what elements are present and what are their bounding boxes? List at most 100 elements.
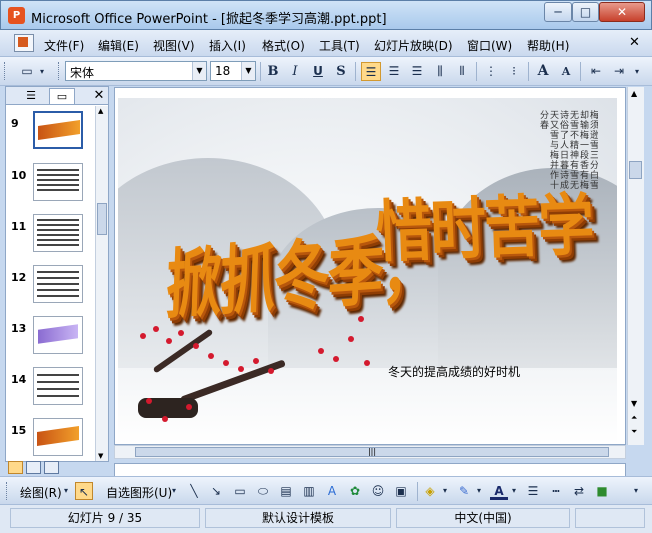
- chevron-down-icon[interactable]: ▼: [192, 62, 206, 80]
- normal-view-button[interactable]: [8, 461, 23, 474]
- slide-sorter-view-button[interactable]: [26, 461, 41, 474]
- scrollbar-thumb[interactable]: [629, 161, 642, 179]
- wordart-icon[interactable]: A: [323, 482, 341, 500]
- diagram-icon[interactable]: ✿: [346, 482, 364, 500]
- menu-format[interactable]: 格式(O): [262, 37, 305, 54]
- chevron-down-icon[interactable]: ▼: [241, 62, 255, 80]
- menu-edit[interactable]: 编辑(E): [98, 37, 139, 54]
- chevron-down-icon[interactable]: ▾: [509, 482, 519, 500]
- menu-help[interactable]: 帮助(H): [527, 37, 569, 54]
- font-name-select[interactable]: 宋体 ▼: [65, 61, 207, 81]
- chevron-down-icon[interactable]: ▾: [169, 482, 179, 500]
- slide-title-right[interactable]: 惜时苦学: [374, 171, 594, 276]
- menu-slideshow[interactable]: 幻灯片放映(D): [374, 37, 453, 54]
- close-button[interactable]: ✕: [599, 2, 645, 22]
- slide-subtitle[interactable]: 冬天的提高成绩的好时机: [388, 363, 520, 380]
- maximize-button[interactable]: □: [572, 2, 599, 22]
- align-left-button[interactable]: ☰: [361, 62, 381, 81]
- slide-thumbnail[interactable]: 12: [6, 265, 94, 311]
- oval-icon[interactable]: ⬭: [254, 482, 272, 500]
- rectangle-icon[interactable]: ▭: [231, 482, 249, 500]
- slide-preview[interactable]: [33, 111, 83, 149]
- slide-preview[interactable]: [33, 316, 83, 354]
- numbering-icon[interactable]: ⋮: [481, 62, 501, 81]
- align-center-button[interactable]: ☰: [384, 62, 404, 81]
- chevron-down-icon[interactable]: ▾: [61, 482, 71, 500]
- scrollbar-thumb[interactable]: [97, 203, 107, 235]
- slide-thumbnail[interactable]: 10: [6, 163, 94, 209]
- increase-indent-icon[interactable]: ⇥: [609, 62, 629, 81]
- bullets-icon[interactable]: ⁝: [504, 62, 524, 81]
- autoshapes-menu-button[interactable]: 自选图形(U): [106, 484, 172, 501]
- document-icon[interactable]: [14, 34, 34, 52]
- powerpoint-app-icon[interactable]: P: [8, 7, 25, 24]
- slide-thumbnail[interactable]: 15: [6, 418, 94, 461]
- scroll-down-icon[interactable]: ▼: [98, 452, 103, 460]
- font-size-select[interactable]: 18 ▼: [210, 61, 256, 81]
- toolbar-options-icon[interactable]: ▾: [630, 482, 642, 500]
- menu-tools[interactable]: 工具(T): [319, 37, 360, 54]
- document-close-icon[interactable]: ✕: [629, 35, 640, 50]
- align-right-button[interactable]: ☰: [407, 62, 427, 81]
- scrollbar-thumb[interactable]: |||: [135, 447, 609, 457]
- tab-slides[interactable]: ▭: [49, 88, 75, 104]
- minimize-button[interactable]: ─: [544, 2, 572, 22]
- fill-color-icon[interactable]: ◈: [421, 482, 439, 500]
- next-slide-icon[interactable]: ⏷: [631, 427, 637, 437]
- slide-thumbnail[interactable]: 11: [6, 214, 94, 260]
- clipart-icon[interactable]: ☺: [369, 482, 387, 500]
- menu-insert[interactable]: 插入(I): [209, 37, 246, 54]
- select-objects-icon[interactable]: ↖: [75, 482, 93, 500]
- shadow-style-icon[interactable]: ■: [593, 482, 611, 500]
- slide-thumbnail[interactable]: 9: [6, 111, 94, 157]
- scroll-up-icon[interactable]: ▲: [98, 107, 103, 115]
- chevron-down-icon[interactable]: ▾: [440, 482, 450, 500]
- slide-preview[interactable]: [33, 265, 83, 303]
- decrease-indent-icon[interactable]: ⇤: [586, 62, 606, 81]
- slide-preview[interactable]: [33, 367, 83, 405]
- line-color-icon[interactable]: ✎: [455, 482, 473, 500]
- toolbar-options-icon[interactable]: ▾: [37, 62, 47, 81]
- slide-canvas[interactable]: 梅须逊雪三分白雪却输梅一段香有梅无雪不精神有雪无诗俗了人日暮诗成天又雪与梅并作十…: [118, 98, 617, 444]
- panel-close-icon[interactable]: ✕: [86, 88, 112, 104]
- slide-horizontal-scrollbar[interactable]: |||: [114, 445, 626, 459]
- shadow-button[interactable]: S: [331, 62, 351, 81]
- distribute-button[interactable]: ⫼: [430, 62, 450, 81]
- underline-button[interactable]: U: [308, 62, 328, 81]
- slide-vertical-scrollbar[interactable]: ▲ ▼ ⏶ ⏷: [627, 87, 644, 445]
- line-icon[interactable]: ╲: [185, 482, 203, 500]
- menu-file[interactable]: 文件(F): [44, 37, 84, 54]
- slideshow-view-button[interactable]: [44, 461, 59, 474]
- bold-button[interactable]: B: [263, 62, 283, 81]
- italic-button[interactable]: I: [285, 62, 305, 81]
- scroll-down-icon[interactable]: ▼: [631, 399, 637, 408]
- thumbnails-scrollbar[interactable]: ▲ ▼: [95, 106, 108, 461]
- toolbar-grip[interactable]: [6, 482, 9, 500]
- tab-outline[interactable]: ☰: [18, 88, 44, 104]
- toolbar-grip[interactable]: [4, 62, 7, 80]
- line-style-icon[interactable]: ☰: [524, 482, 542, 500]
- slide-preview[interactable]: [33, 163, 83, 201]
- arrow-icon[interactable]: ↘: [207, 482, 225, 500]
- textbox-icon[interactable]: ▤: [277, 482, 295, 500]
- decrease-font-button[interactable]: A: [556, 62, 576, 81]
- toolbar-options-icon[interactable]: ▾: [630, 62, 644, 81]
- notes-pane[interactable]: [114, 463, 626, 476]
- scroll-up-icon[interactable]: ▲: [631, 89, 637, 98]
- draw-menu-button[interactable]: 绘图(R): [20, 484, 62, 501]
- font-color-icon[interactable]: A: [490, 482, 508, 500]
- menu-window[interactable]: 窗口(W): [467, 37, 512, 54]
- arrow-style-icon[interactable]: ⇄: [570, 482, 588, 500]
- chevron-down-icon[interactable]: ▾: [474, 482, 484, 500]
- slide-preview[interactable]: [33, 214, 83, 252]
- dash-style-icon[interactable]: ┅: [547, 482, 565, 500]
- menu-view[interactable]: 视图(V): [153, 37, 195, 54]
- new-document-icon[interactable]: ▭: [17, 62, 37, 81]
- increase-font-button[interactable]: A: [533, 62, 553, 81]
- previous-slide-icon[interactable]: ⏶: [631, 413, 637, 423]
- slide-preview[interactable]: [33, 418, 83, 456]
- picture-icon[interactable]: ▣: [392, 482, 410, 500]
- vertical-textbox-icon[interactable]: ▥: [300, 482, 318, 500]
- slide-thumbnail[interactable]: 14: [6, 367, 94, 413]
- toolbar-grip[interactable]: [58, 62, 61, 80]
